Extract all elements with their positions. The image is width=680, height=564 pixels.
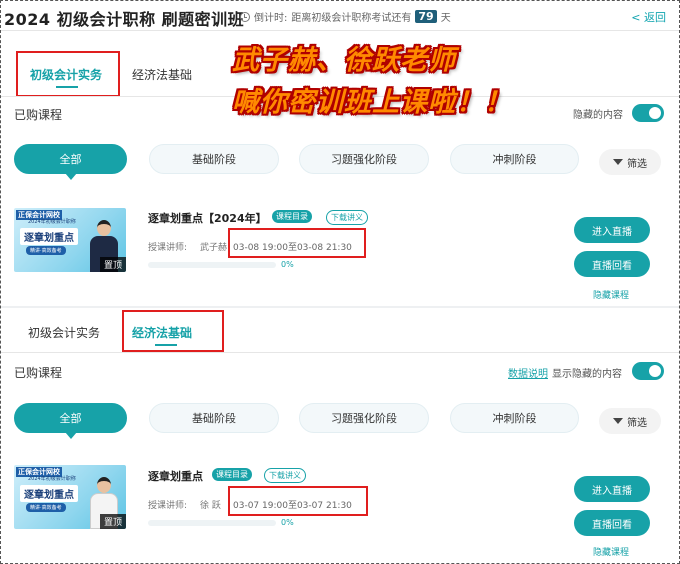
show-hidden-toggle-2[interactable] bbox=[632, 362, 664, 380]
thumb-title-2: 逐章划重点 bbox=[20, 485, 78, 502]
filter-label-2: 筛选 bbox=[627, 417, 647, 429]
stage-basic[interactable]: 基础阶段 bbox=[149, 144, 279, 174]
purchased-courses-label: 已购课程 bbox=[14, 108, 63, 122]
hide-course-link[interactable]: 隐藏课程 bbox=[593, 288, 629, 301]
instructor-name: 武子赫 bbox=[200, 243, 228, 253]
show-hidden-label-partial: 隐藏的内容 bbox=[573, 110, 623, 121]
progress-percent-2: 0% bbox=[281, 518, 294, 527]
live-replay-button-2[interactable]: 直播回看 bbox=[574, 510, 650, 536]
instructor-name-2: 徐 跃 bbox=[200, 501, 221, 511]
download-notes-tag-2[interactable]: 下载讲义 bbox=[264, 468, 306, 483]
thumb-subtitle: 2024年初级会计职称 bbox=[28, 219, 76, 225]
section-separator bbox=[0, 306, 680, 308]
stage-all[interactable]: 全部 bbox=[14, 144, 127, 180]
countdown-text: 距离初级会计职称考试还有 bbox=[291, 13, 412, 24]
pinned-badge-2: 置顶 bbox=[99, 514, 126, 529]
countdown-unit: 天 bbox=[440, 13, 451, 24]
filter-button[interactable]: 筛选 bbox=[599, 149, 661, 175]
tabs-divider-2 bbox=[0, 352, 680, 353]
annotation-box-time bbox=[228, 228, 366, 258]
back-link[interactable]: < 返回 bbox=[631, 9, 666, 25]
annotation-box-tab-2 bbox=[122, 310, 224, 352]
course-title[interactable]: 逐章划重点【2024年】 bbox=[148, 210, 267, 226]
hide-course-link-2[interactable]: 隐藏课程 bbox=[593, 545, 629, 558]
stage-sprint[interactable]: 冲刺阶段 bbox=[450, 144, 579, 174]
progress-bar-2 bbox=[148, 520, 276, 526]
thumb-pill: 精讲·高效备考 bbox=[26, 246, 66, 255]
stage-basic-2[interactable]: 基础阶段 bbox=[149, 403, 279, 433]
annotation-box-time-2 bbox=[228, 486, 368, 516]
exam-countdown: 倒计时: 距离初级会计职称考试还有 79 天 bbox=[240, 9, 451, 24]
filter-label: 筛选 bbox=[627, 158, 647, 170]
enter-live-button-2[interactable]: 进入直播 bbox=[574, 476, 650, 502]
header-divider bbox=[0, 30, 680, 31]
live-replay-button[interactable]: 直播回看 bbox=[574, 251, 650, 277]
data-description-link[interactable]: 数据说明 bbox=[508, 365, 548, 380]
clock-icon bbox=[240, 11, 250, 22]
purchased-courses-label-2: 已购课程 bbox=[14, 366, 63, 380]
promo-overlay-line1: 武子赫、徐跃老师 bbox=[232, 45, 456, 76]
thumb-title: 逐章划重点 bbox=[20, 228, 78, 245]
page-header: 2024 初级会计职称 刷题密训班 倒计时: 距离初级会计职称考试还有 79 天… bbox=[0, 0, 680, 34]
instructor-label: 授课讲师: bbox=[148, 243, 188, 253]
stage-all-2[interactable]: 全部 bbox=[14, 403, 127, 439]
funnel-icon bbox=[613, 418, 623, 424]
pinned-badge: 置顶 bbox=[99, 257, 126, 272]
course-catalog-tag[interactable]: 课程目录 bbox=[272, 210, 312, 223]
stage-practice[interactable]: 习题强化阶段 bbox=[299, 144, 429, 174]
course-catalog-tag-2[interactable]: 课程目录 bbox=[212, 468, 252, 481]
countdown-prefix: 倒计时: bbox=[254, 13, 288, 24]
download-notes-tag[interactable]: 下载讲义 bbox=[326, 210, 368, 225]
progress-bar bbox=[148, 262, 276, 268]
promo-overlay-line2: 喊你密训班上课啦！！ bbox=[232, 87, 512, 118]
progress-percent: 0% bbox=[281, 260, 294, 269]
enter-live-button[interactable]: 进入直播 bbox=[574, 217, 650, 243]
thumb-subtitle-2: 2024年初级会计职称 bbox=[28, 476, 76, 482]
course-thumbnail-2[interactable]: 正保会计网校 2024年初级会计职称 逐章划重点 精讲·高效备考 置顶 bbox=[14, 465, 126, 529]
course-title-2[interactable]: 逐章划重点 bbox=[148, 468, 203, 484]
countdown-days: 79 bbox=[415, 10, 437, 23]
funnel-icon bbox=[613, 159, 623, 165]
annotation-box-tab bbox=[16, 51, 120, 97]
page-title: 2024 初级会计职称 刷题密训班 bbox=[4, 10, 245, 29]
filter-button-2[interactable]: 筛选 bbox=[599, 408, 661, 434]
stage-practice-2[interactable]: 习题强化阶段 bbox=[299, 403, 429, 433]
course-thumbnail[interactable]: 正保会计网校 2024年初级会计职称 逐章划重点 精讲·高效备考 置顶 bbox=[14, 208, 126, 272]
thumb-pill-2: 精讲·高效备考 bbox=[26, 503, 66, 512]
instructor-label-2: 授课讲师: bbox=[148, 501, 188, 511]
stage-sprint-2[interactable]: 冲刺阶段 bbox=[450, 403, 579, 433]
tab-economic-law[interactable]: 经济法基础 bbox=[132, 66, 192, 83]
tab-accounting-practice-2[interactable]: 初级会计实务 bbox=[28, 324, 100, 341]
show-hidden-label: 显示隐藏的内容 bbox=[552, 369, 622, 380]
show-hidden-toggle[interactable] bbox=[632, 104, 664, 122]
